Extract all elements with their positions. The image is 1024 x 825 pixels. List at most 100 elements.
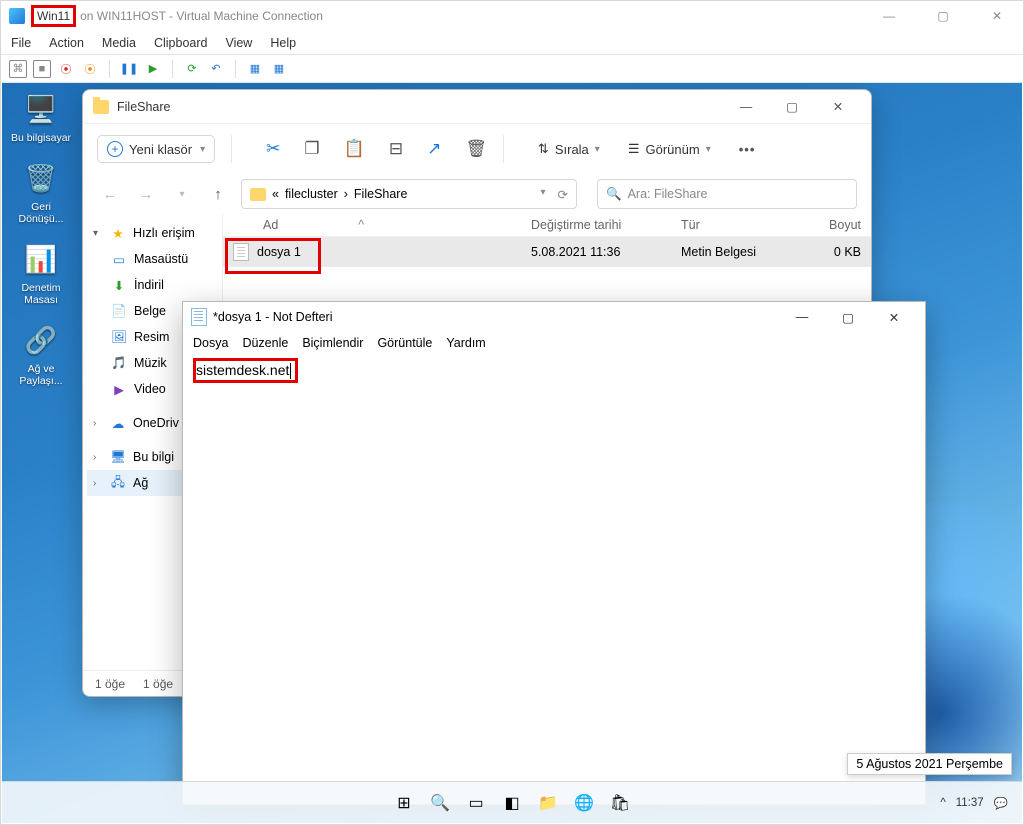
network-icon: 🔗 (21, 320, 61, 360)
menu-file[interactable]: Dosya (193, 336, 228, 350)
minimize-button[interactable]: — (871, 9, 907, 23)
recycle-icon: 🗑️ (21, 158, 61, 198)
share-icon[interactable]: ▦ (270, 60, 288, 78)
sidebar-desktop[interactable]: ▭ Masaüstü (87, 246, 218, 272)
up-button[interactable]: ↑ (205, 186, 231, 203)
vm-menubar: File Action Media Clipboard View Help (1, 31, 1023, 55)
sidebar-label: OneDriv (133, 416, 179, 430)
paste-icon[interactable]: 📋 (344, 139, 365, 159)
breadcrumb-part[interactable]: FileShare (354, 187, 408, 201)
file-date: 5.08.2021 11:36 (531, 245, 681, 259)
revert-icon[interactable]: ↶ (207, 60, 225, 78)
menu-edit[interactable]: Düzenle (242, 336, 288, 350)
cut-icon[interactable]: ✂ (266, 139, 280, 159)
view-label: Görünüm (645, 142, 699, 157)
search-icon[interactable]: 🔍 (426, 789, 454, 817)
refresh-icon[interactable]: ⟳ (558, 187, 568, 202)
folder-icon (93, 100, 109, 114)
sidebar-quickaccess[interactable]: ▾★Hızlı erişim (87, 220, 218, 246)
ctrl-alt-del-icon[interactable]: ⌘ (9, 60, 27, 78)
notepad-textarea[interactable]: sistemdesk.net (183, 354, 925, 804)
menu-clipboard[interactable]: Clipboard (154, 36, 208, 50)
checkpoint-icon[interactable]: ⟳ (183, 60, 201, 78)
turnoff-icon[interactable]: ⦿ (57, 60, 75, 78)
notepad-titlebar[interactable]: *dosya 1 - Not Defteri — ▢ ✕ (183, 302, 925, 332)
minimize-button[interactable]: — (779, 303, 825, 331)
download-icon: ⬇ (111, 277, 127, 293)
vm-window-controls: — ▢ ✕ (871, 9, 1015, 23)
maximize-button[interactable]: ▢ (769, 93, 815, 121)
sidebar-downloads[interactable]: ⬇İndiril (87, 272, 218, 298)
status-item-count: 1 öğe (95, 677, 125, 691)
network-icon: 🖧 (110, 475, 126, 491)
new-folder-button[interactable]: + Yeni klasör ▾ (97, 135, 215, 163)
explorer-titlebar[interactable]: FileShare — ▢ ✕ (83, 90, 871, 124)
control-icon: 📊 (21, 239, 61, 279)
menu-help[interactable]: Help (270, 36, 296, 50)
sort-label: Sırala (555, 142, 589, 157)
breadcrumb[interactable]: « filecluster › FileShare ▾ ⟳ (241, 179, 577, 209)
menu-view[interactable]: Görüntüle (377, 336, 432, 350)
text-caret (290, 363, 291, 379)
desktop-icon: ▭ (111, 251, 127, 267)
desktop-icon-controlpanel[interactable]: 📊Denetim Masası (10, 239, 72, 306)
enhanced-icon[interactable]: ▦ (246, 60, 264, 78)
desktop-icon-network[interactable]: 🔗Ağ ve Paylaşı... (10, 320, 72, 387)
stop-icon[interactable]: ■ (33, 60, 51, 78)
sort-button[interactable]: ⇅ Sırala ▾ (538, 141, 600, 157)
breadcrumb-part[interactable]: filecluster (285, 187, 338, 201)
column-type[interactable]: Tür (681, 218, 801, 232)
desktop-icon-thispc[interactable]: 🖥️Bu bilgisayar (10, 89, 72, 144)
start-icon[interactable]: ▶ (144, 60, 162, 78)
store-icon[interactable]: 🛍 (606, 789, 634, 817)
copy-icon[interactable]: ❐ (304, 139, 319, 159)
edge-icon[interactable]: 🌐 (570, 789, 598, 817)
menu-format[interactable]: Biçimlendir (302, 336, 363, 350)
taskview-icon[interactable]: ▭ (462, 789, 490, 817)
search-input[interactable]: 🔍 Ara: FileShare (597, 179, 857, 209)
widgets-icon[interactable]: ◧ (498, 789, 526, 817)
view-button[interactable]: ☰ Görünüm ▾ (628, 141, 711, 157)
close-button[interactable]: ✕ (979, 9, 1015, 23)
menu-file[interactable]: File (11, 36, 31, 50)
column-name[interactable]: Ad^ (233, 218, 531, 232)
forward-button[interactable]: → (133, 186, 159, 203)
chevron-down-icon: ▾ (200, 144, 205, 155)
menu-action[interactable]: Action (49, 36, 84, 50)
start-button[interactable]: ⊞ (390, 789, 418, 817)
highlight-box (225, 238, 321, 274)
shutdown-icon[interactable]: ⦿ (81, 60, 99, 78)
close-button[interactable]: ✕ (815, 93, 861, 121)
share-icon[interactable]: ↗ (427, 139, 441, 159)
recent-down-icon[interactable]: ▾ (169, 189, 195, 200)
chevron-down-icon: ▾ (595, 144, 600, 155)
menu-media[interactable]: Media (102, 36, 136, 50)
vm-titlebar: Win11 on WIN11HOST - Virtual Machine Con… (1, 1, 1023, 31)
explorer-icon[interactable]: 📁 (534, 789, 562, 817)
close-button[interactable]: ✕ (871, 303, 917, 331)
clock[interactable]: 11:37 (956, 797, 984, 809)
delete-icon[interactable]: 🗑 (465, 139, 487, 159)
vm-title-rest: on WIN11HOST - Virtual Machine Connectio… (80, 9, 323, 23)
maximize-button[interactable]: ▢ (825, 303, 871, 331)
tray-chevron-icon[interactable]: ^ (940, 797, 945, 809)
explorer-navbar: ← → ▾ ↑ « filecluster › FileShare ▾ ⟳ 🔍 (83, 174, 871, 214)
pause-icon[interactable]: ❚❚ (120, 60, 138, 78)
chevron-down-icon: ▾ (706, 144, 711, 155)
sort-icon: ⇅ (538, 141, 549, 157)
column-size[interactable]: Boyut (801, 218, 861, 232)
rename-icon[interactable]: ⊟ (389, 139, 403, 159)
more-button[interactable]: ••• (739, 142, 756, 157)
minimize-button[interactable]: — (723, 93, 769, 121)
back-button[interactable]: ← (97, 186, 123, 203)
sidebar-label: Masaüstü (134, 252, 188, 266)
view-icon: ☰ (628, 141, 640, 157)
notification-icon[interactable]: 💬 (994, 796, 1008, 810)
menu-view[interactable]: View (225, 36, 252, 50)
desktop-icon-recyclebin[interactable]: 🗑️Geri Dönüşü... (10, 158, 72, 225)
vm-icon (9, 8, 25, 24)
column-date[interactable]: Değiştirme tarihi (531, 218, 681, 232)
chevron-down-icon[interactable]: ▾ (540, 187, 545, 202)
maximize-button[interactable]: ▢ (925, 9, 961, 23)
menu-help[interactable]: Yardım (446, 336, 485, 350)
